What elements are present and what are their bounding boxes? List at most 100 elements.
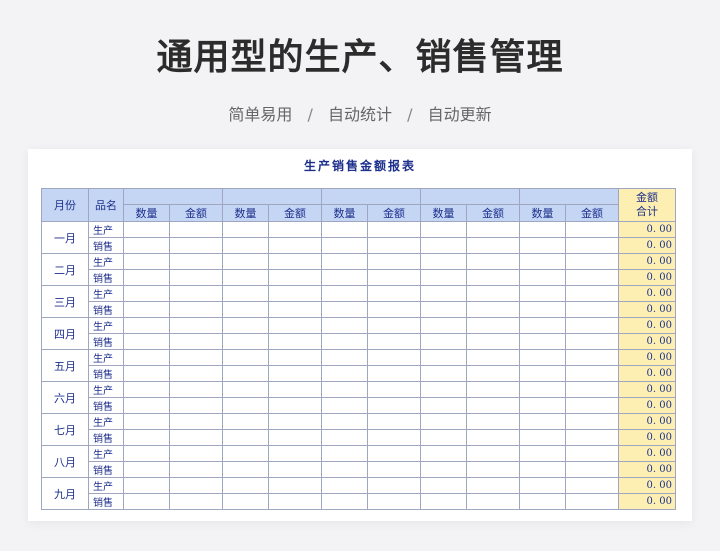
- quantity-cell[interactable]: [321, 333, 368, 350]
- quantity-cell[interactable]: [519, 413, 566, 430]
- amount-cell[interactable]: [367, 397, 421, 414]
- product-cell[interactable]: 生产: [88, 221, 124, 238]
- product-cell[interactable]: 生产: [88, 477, 124, 494]
- amount-cell[interactable]: [565, 413, 619, 430]
- quantity-cell[interactable]: [519, 493, 566, 510]
- amount-cell[interactable]: [268, 429, 322, 446]
- month-cell[interactable]: 一月: [41, 221, 89, 254]
- quantity-cell[interactable]: [321, 461, 368, 478]
- total-cell[interactable]: 0. 00: [618, 365, 676, 382]
- amount-cell[interactable]: [268, 365, 322, 382]
- quantity-cell[interactable]: [519, 285, 566, 302]
- amount-cell[interactable]: [466, 429, 520, 446]
- product-cell[interactable]: 销售: [88, 301, 124, 318]
- quantity-cell[interactable]: [321, 285, 368, 302]
- quantity-cell[interactable]: [519, 461, 566, 478]
- total-cell[interactable]: 0. 00: [618, 349, 676, 366]
- amount-cell[interactable]: [367, 349, 421, 366]
- quantity-cell[interactable]: [222, 461, 269, 478]
- amount-cell[interactable]: [367, 429, 421, 446]
- quantity-cell[interactable]: [222, 285, 269, 302]
- month-cell[interactable]: 二月: [41, 253, 89, 286]
- total-cell[interactable]: 0. 00: [618, 477, 676, 494]
- quantity-cell[interactable]: [123, 221, 170, 238]
- amount-cell[interactable]: [268, 477, 322, 494]
- quantity-cell[interactable]: [222, 381, 269, 398]
- quantity-cell[interactable]: [519, 477, 566, 494]
- quantity-cell[interactable]: [123, 493, 170, 510]
- quantity-cell[interactable]: [222, 301, 269, 318]
- quantity-cell[interactable]: [420, 429, 467, 446]
- amount-cell[interactable]: [268, 333, 322, 350]
- quantity-cell[interactable]: [321, 349, 368, 366]
- quantity-cell[interactable]: [123, 269, 170, 286]
- quantity-cell[interactable]: [222, 397, 269, 414]
- amount-cell[interactable]: [367, 221, 421, 238]
- amount-cell[interactable]: [169, 477, 223, 494]
- product-cell[interactable]: 销售: [88, 269, 124, 286]
- month-cell[interactable]: 四月: [41, 317, 89, 350]
- month-cell[interactable]: 三月: [41, 285, 89, 318]
- amount-cell[interactable]: [268, 285, 322, 302]
- quantity-cell[interactable]: [123, 381, 170, 398]
- amount-cell[interactable]: [466, 237, 520, 254]
- amount-cell[interactable]: [268, 445, 322, 462]
- quantity-cell[interactable]: [519, 253, 566, 270]
- quantity-cell[interactable]: [222, 269, 269, 286]
- amount-cell[interactable]: [268, 349, 322, 366]
- quantity-cell[interactable]: [519, 349, 566, 366]
- amount-cell[interactable]: [565, 333, 619, 350]
- amount-cell[interactable]: [466, 253, 520, 270]
- total-cell[interactable]: 0. 00: [618, 221, 676, 238]
- quantity-cell[interactable]: [420, 413, 467, 430]
- quantity-cell[interactable]: [420, 493, 467, 510]
- quantity-cell[interactable]: [123, 237, 170, 254]
- quantity-cell[interactable]: [321, 269, 368, 286]
- quantity-cell[interactable]: [420, 445, 467, 462]
- product-cell[interactable]: 生产: [88, 317, 124, 334]
- amount-cell[interactable]: [268, 461, 322, 478]
- total-cell[interactable]: 0. 00: [618, 461, 676, 478]
- amount-cell[interactable]: [565, 221, 619, 238]
- quantity-cell[interactable]: [321, 477, 368, 494]
- amount-cell[interactable]: [565, 381, 619, 398]
- amount-cell[interactable]: [565, 237, 619, 254]
- quantity-cell[interactable]: [321, 429, 368, 446]
- total-cell[interactable]: 0. 00: [618, 413, 676, 430]
- quantity-cell[interactable]: [222, 221, 269, 238]
- amount-cell[interactable]: [169, 317, 223, 334]
- quantity-cell[interactable]: [321, 301, 368, 318]
- amount-cell[interactable]: [466, 493, 520, 510]
- quantity-cell[interactable]: [321, 365, 368, 382]
- amount-cell[interactable]: [169, 397, 223, 414]
- quantity-cell[interactable]: [123, 365, 170, 382]
- total-cell[interactable]: 0. 00: [618, 333, 676, 350]
- total-cell[interactable]: 0. 00: [618, 317, 676, 334]
- amount-cell[interactable]: [466, 445, 520, 462]
- amount-cell[interactable]: [169, 445, 223, 462]
- quantity-cell[interactable]: [420, 317, 467, 334]
- product-cell[interactable]: 销售: [88, 429, 124, 446]
- product-cell[interactable]: 销售: [88, 333, 124, 350]
- month-cell[interactable]: 五月: [41, 349, 89, 382]
- amount-cell[interactable]: [169, 237, 223, 254]
- quantity-cell[interactable]: [420, 269, 467, 286]
- amount-cell[interactable]: [169, 269, 223, 286]
- product-cell[interactable]: 生产: [88, 349, 124, 366]
- quantity-cell[interactable]: [321, 237, 368, 254]
- amount-cell[interactable]: [268, 301, 322, 318]
- amount-cell[interactable]: [466, 269, 520, 286]
- amount-cell[interactable]: [268, 317, 322, 334]
- month-cell[interactable]: 八月: [41, 445, 89, 478]
- quantity-cell[interactable]: [420, 253, 467, 270]
- quantity-cell[interactable]: [222, 477, 269, 494]
- amount-cell[interactable]: [466, 365, 520, 382]
- amount-cell[interactable]: [268, 253, 322, 270]
- amount-cell[interactable]: [367, 333, 421, 350]
- quantity-cell[interactable]: [222, 253, 269, 270]
- total-cell[interactable]: 0. 00: [618, 301, 676, 318]
- amount-cell[interactable]: [466, 221, 520, 238]
- quantity-cell[interactable]: [519, 429, 566, 446]
- amount-cell[interactable]: [367, 237, 421, 254]
- amount-cell[interactable]: [565, 477, 619, 494]
